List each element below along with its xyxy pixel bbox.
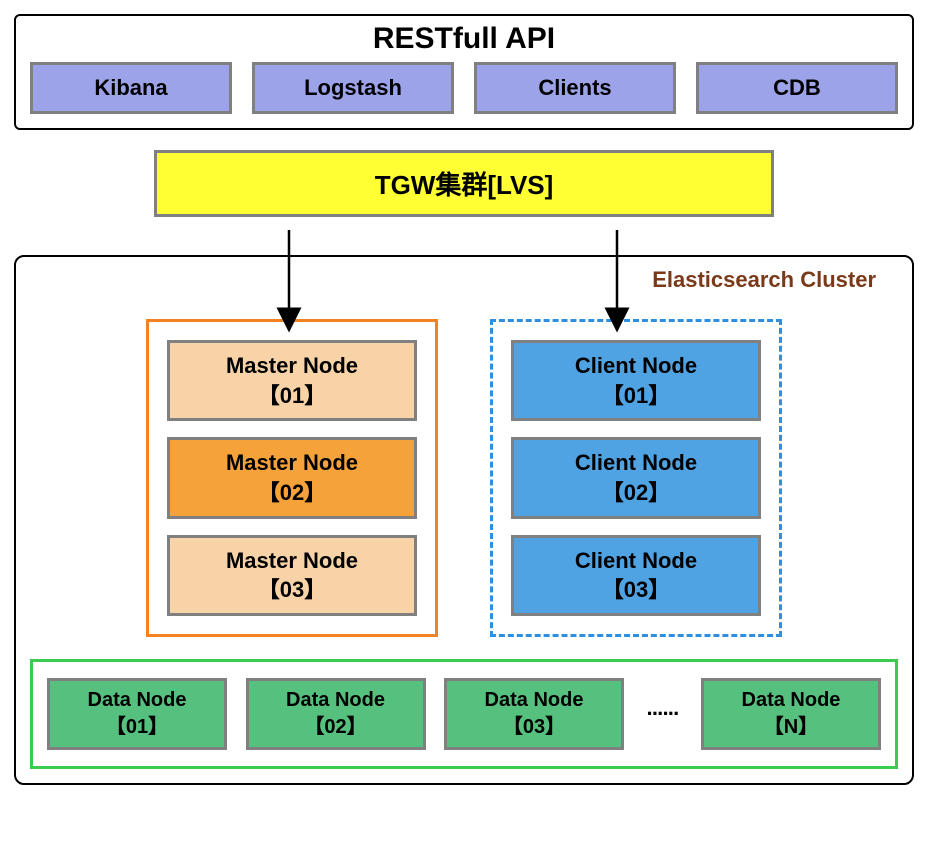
api-items-row: Kibana Logstash Clients CDB: [30, 62, 898, 114]
node-name: Client Node: [575, 353, 697, 378]
data-node-02: Data Node 【02】: [246, 678, 426, 750]
client-nodes-box: Client Node 【01】 Client Node 【02】 Client…: [490, 319, 782, 637]
tgw-block: TGW集群[LVS]: [154, 150, 774, 217]
node-id: 【03】: [602, 577, 670, 602]
node-name: Data Node: [286, 689, 385, 711]
api-item-kibana: Kibana: [30, 62, 232, 114]
client-node-03: Client Node 【03】: [511, 535, 761, 616]
node-id: 【01】: [106, 716, 168, 738]
node-id: 【03】: [503, 716, 565, 738]
node-id: 【02】: [304, 716, 366, 738]
api-item-clients: Clients: [474, 62, 676, 114]
node-id: 【01】: [258, 383, 326, 408]
data-node-01: Data Node 【01】: [47, 678, 227, 750]
master-nodes-box: Master Node 【01】 Master Node 【02】 Master…: [146, 319, 438, 637]
client-node-02: Client Node 【02】: [511, 437, 761, 518]
node-name: Data Node: [742, 689, 841, 711]
elasticsearch-cluster: Elasticsearch Cluster Master Node 【01】 M…: [14, 255, 914, 785]
api-item-logstash: Logstash: [252, 62, 454, 114]
node-id: 【01】: [602, 383, 670, 408]
master-node-02: Master Node 【02】: [167, 437, 417, 518]
node-groups: Master Node 【01】 Master Node 【02】 Master…: [30, 319, 898, 637]
node-name: Master Node: [226, 450, 358, 475]
restful-api-block: RESTfull API Kibana Logstash Clients CDB: [14, 14, 914, 130]
data-nodes-ellipsis: ······: [643, 701, 683, 727]
node-id: 【03】: [258, 577, 326, 602]
master-node-03: Master Node 【03】: [167, 535, 417, 616]
data-nodes-box: Data Node 【01】 Data Node 【02】 Data Node …: [30, 659, 898, 769]
cluster-label: Elasticsearch Cluster: [652, 267, 876, 293]
node-name: Client Node: [575, 450, 697, 475]
data-node-03: Data Node 【03】: [444, 678, 624, 750]
client-node-01: Client Node 【01】: [511, 340, 761, 421]
node-id: 【02】: [602, 480, 670, 505]
node-name: Data Node: [485, 689, 584, 711]
node-name: Master Node: [226, 548, 358, 573]
node-id: 【N】: [764, 716, 818, 738]
node-name: Data Node: [88, 689, 187, 711]
data-node-n: Data Node 【N】: [701, 678, 881, 750]
node-name: Master Node: [226, 353, 358, 378]
restful-api-title: RESTfull API: [30, 22, 898, 56]
node-id: 【02】: [258, 480, 326, 505]
api-item-cdb: CDB: [696, 62, 898, 114]
master-node-01: Master Node 【01】: [167, 340, 417, 421]
node-name: Client Node: [575, 548, 697, 573]
